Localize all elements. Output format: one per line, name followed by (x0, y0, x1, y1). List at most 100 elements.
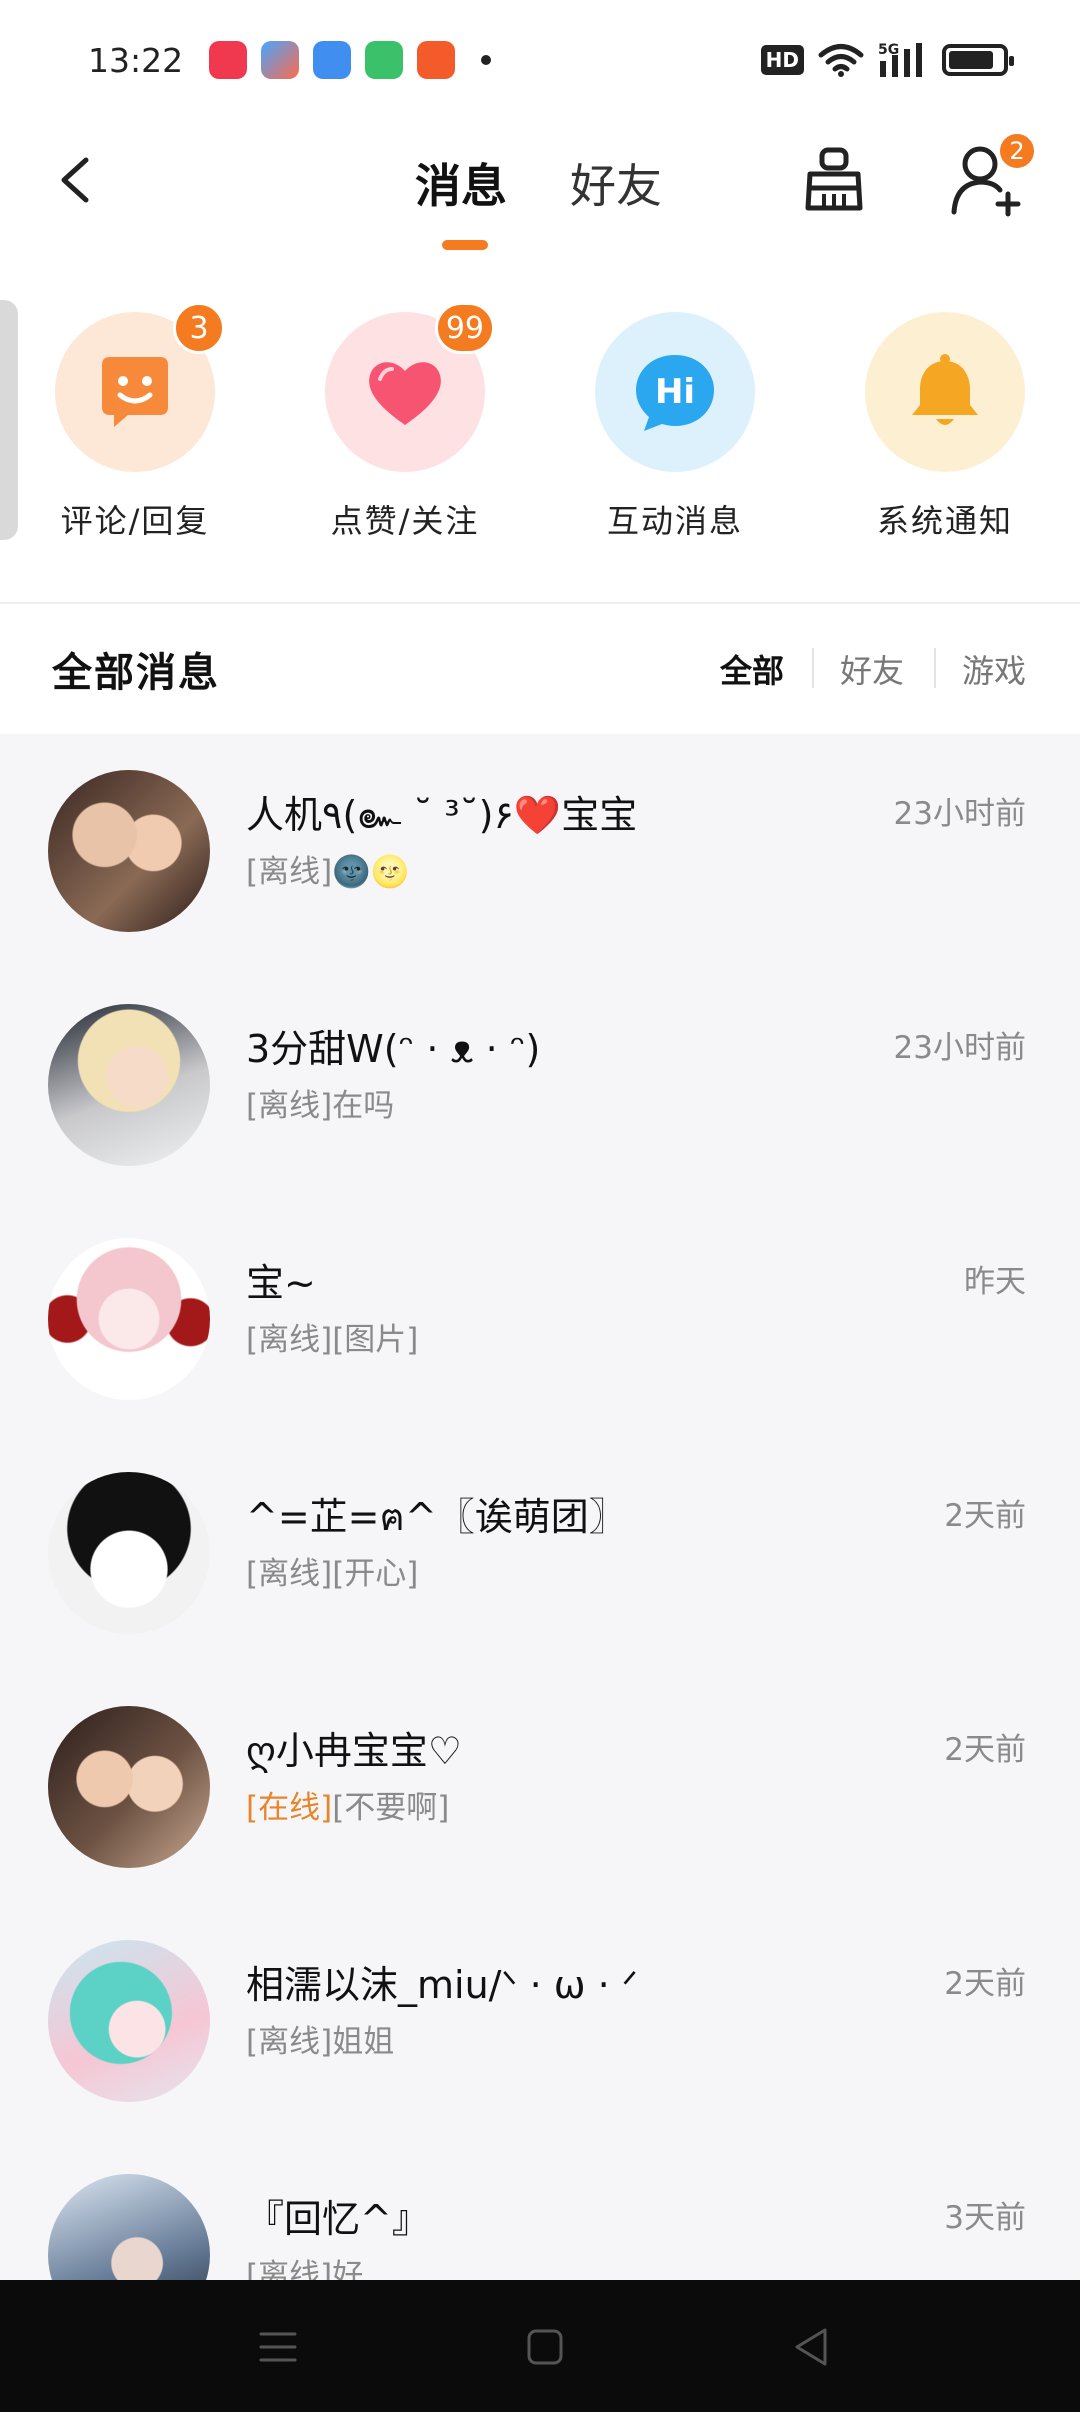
message-row[interactable]: 人机٩(๛ ˘ ³˘)۶❤️宝宝 [离线]🌚🌝 23小时前 (0, 734, 1080, 968)
system-indicators: HD 5G (760, 41, 1014, 79)
message-preview: [离线]🌚🌝 (246, 846, 409, 891)
avatar[interactable] (48, 1706, 210, 1868)
avatar[interactable] (48, 2174, 210, 2280)
message-time: 2天前 (944, 1732, 1026, 1768)
contact-name: 相濡以沫_miu/ᐠ · ω · ᐟ (246, 1963, 638, 2007)
contact-name: 人机٩(๛ ˘ ³˘)۶❤️宝宝 (246, 784, 637, 845)
preview-text: 姐姐 (332, 2024, 395, 2060)
category-icon-bg: 99 (325, 302, 495, 472)
svg-text:Hi: Hi (655, 372, 695, 412)
notification-icons (209, 41, 492, 79)
smile-chat-icon (102, 357, 168, 427)
bell-icon (912, 354, 978, 425)
message-time: 2天前 (944, 1966, 1026, 2002)
category-label: 评论/回复 (60, 502, 210, 540)
message-time: 3天前 (944, 2200, 1026, 2236)
home-icon[interactable] (520, 2322, 570, 2372)
avatar[interactable] (48, 1472, 210, 1634)
message-row[interactable]: 3分甜W(ᵔ · ᴥ · ᵔ) [离线]在吗 23小时前 (0, 968, 1080, 1202)
status-tag: [离线] (246, 1088, 333, 1124)
preview-text: 在吗 (332, 1088, 395, 1124)
category-badge: 99 (434, 302, 495, 354)
category-label: 系统通知 (876, 502, 1013, 540)
signal-icon: 5G (878, 42, 922, 77)
contact-name: 宝~ (246, 1261, 316, 1305)
side-drawer-handle[interactable] (0, 300, 18, 540)
contact-name: ^=芷=ฅ^〖诶萌团〗 (246, 1495, 627, 1539)
message-list: 人机٩(๛ ˘ ³˘)۶❤️宝宝 [离线]🌚🌝 23小时前 3分甜W(ᵔ · ᴥ… (0, 734, 1080, 2280)
avatar[interactable] (48, 1238, 210, 1400)
category-label: 点赞/关注 (330, 502, 480, 540)
status-tag: [离线] (246, 1556, 333, 1592)
filter-friends[interactable]: 好友 (840, 646, 904, 692)
message-preview: [离线]好 (246, 2250, 363, 2280)
message-row[interactable]: 宝~ [离线][图片] 昨天 (0, 1202, 1080, 1436)
filter-separator (934, 648, 936, 688)
category-icon-bg: 3 (55, 302, 225, 472)
category-icon-bg: Hi (595, 312, 755, 472)
category-interactions[interactable]: Hi 互动消息 (590, 312, 760, 542)
broom-icon[interactable] (798, 144, 870, 216)
feather-app-icon (313, 41, 352, 79)
tab-friends[interactable]: 好友 (570, 150, 662, 216)
system-nav-bar (0, 2280, 1080, 2412)
category-system[interactable]: 系统通知 (860, 312, 1030, 542)
tab-messages[interactable]: 消息 (415, 150, 507, 216)
contact-name: ღ小冉宝宝♡ (246, 1729, 462, 1773)
active-tab-indicator (442, 240, 488, 250)
heart-icon (369, 362, 441, 425)
status-tag-online: [在线] (246, 1790, 333, 1826)
contact-name-part: 宝宝 (561, 793, 638, 837)
filter-separator (812, 648, 814, 688)
menu-icon[interactable] (253, 2322, 303, 2372)
back-nav-icon[interactable] (787, 2322, 837, 2372)
message-preview: [离线][开心] (246, 1548, 418, 1593)
category-badge: 3 (173, 302, 225, 354)
message-row[interactable]: ღ小冉宝宝♡ [在线][不要啊] 2天前 (0, 1670, 1080, 1904)
header: 消息 好友 2 (0, 120, 1080, 260)
message-row[interactable]: 『回忆^』 [离线]好 3天前 (0, 2138, 1080, 2280)
contact-name: 3分甜W(ᵔ · ᴥ · ᵔ) (246, 1027, 541, 1071)
message-preview: [离线]在吗 (246, 1080, 394, 1125)
message-preview: [离线][图片] (246, 1314, 418, 1359)
message-app-icon (365, 41, 404, 79)
status-bar: 13:22 HD 5G (0, 0, 1080, 120)
preview-text: 🌚🌝 (332, 854, 410, 890)
contact-name: 『回忆^』 (246, 2197, 430, 2241)
section-title: 全部消息 (52, 650, 220, 696)
battery-level (949, 51, 993, 69)
avatar[interactable] (48, 1004, 210, 1166)
battery-icon (942, 44, 1014, 76)
game-app-icon (261, 41, 300, 79)
music-app-icon (209, 41, 248, 79)
message-row[interactable]: ^=芷=ฅ^〖诶萌团〗 [离线][开心] 2天前 (0, 1436, 1080, 1670)
heart-emoji-icon: ❤️ (513, 793, 562, 837)
status-tag: [离线] (246, 2258, 333, 2280)
category-label: 互动消息 (606, 502, 743, 540)
message-preview: [离线]姐姐 (246, 2016, 394, 2061)
back-icon[interactable] (48, 150, 108, 210)
wifi-icon (818, 44, 864, 77)
more-notifications-dot (481, 55, 492, 65)
filter-games[interactable]: 游戏 (962, 646, 1026, 692)
add-friend-badge: 2 (998, 132, 1036, 170)
preview-text: [图片] (332, 1322, 419, 1358)
message-time: 23小时前 (893, 1030, 1026, 1066)
message-row[interactable]: 相濡以沫_miu/ᐠ · ω · ᐟ [离线]姐姐 2天前 (0, 1904, 1080, 2138)
hi-bubble-icon: Hi (636, 355, 714, 431)
hd-badge: HD (760, 45, 804, 75)
status-tag: [离线] (246, 854, 333, 890)
preview-text: [不要啊] (332, 1790, 450, 1826)
category-comments[interactable]: 3 评论/回复 (50, 302, 225, 542)
avatar[interactable] (48, 1940, 210, 2102)
section-divider (0, 602, 1080, 604)
preview-text: 好 (332, 2258, 364, 2280)
message-time: 昨天 (964, 1264, 1026, 1300)
avatar[interactable] (48, 770, 210, 932)
category-likes[interactable]: 99 点赞/关注 (320, 302, 495, 542)
status-tag: [离线] (246, 1322, 333, 1358)
category-icon-bg (865, 312, 1025, 472)
message-time: 23小时前 (893, 796, 1026, 832)
filter-all[interactable]: 全部 (720, 646, 784, 692)
status-tag: [离线] (246, 2024, 333, 2060)
